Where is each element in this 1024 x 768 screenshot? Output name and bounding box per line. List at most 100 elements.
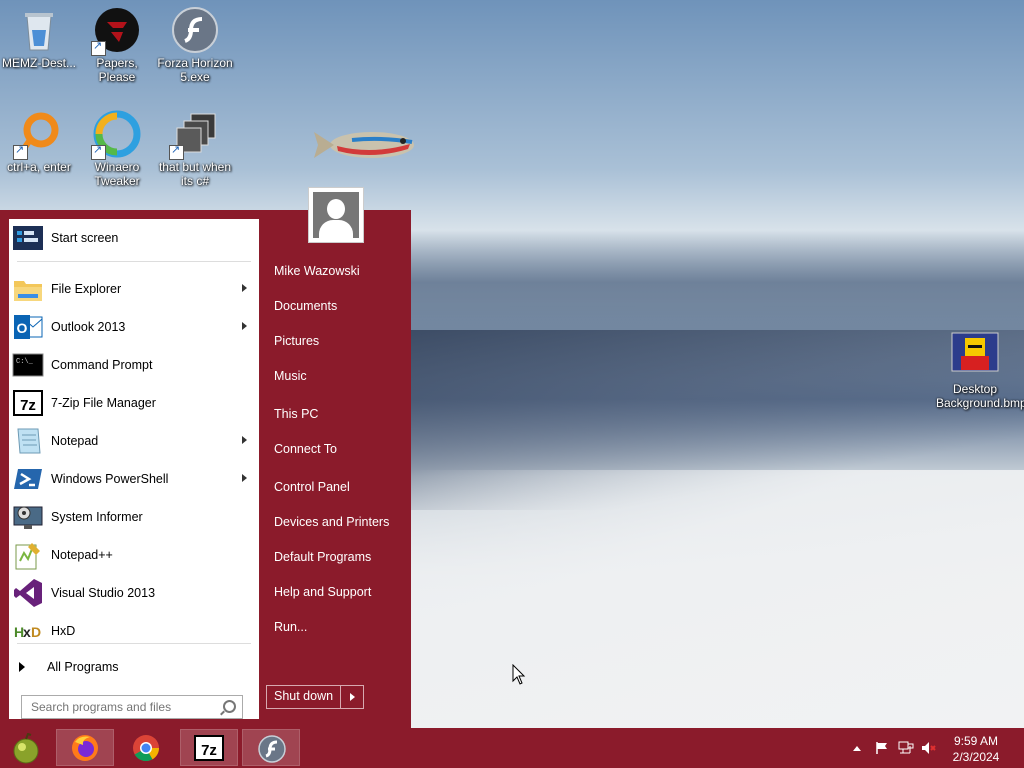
taskbar-chrome[interactable] bbox=[118, 729, 176, 766]
svg-text:7z: 7z bbox=[20, 397, 36, 414]
start-item-outlook[interactable]: O Outlook 2013 bbox=[9, 309, 259, 345]
desktop-icon-label: that but when its c# bbox=[158, 160, 232, 188]
desktop-icon-recycle-bin[interactable]: MEMZ-Dest... bbox=[0, 6, 78, 70]
divider bbox=[17, 643, 251, 644]
start-item-visual-studio[interactable]: Visual Studio 2013 bbox=[9, 575, 259, 611]
submenu-arrow-icon[interactable] bbox=[242, 322, 247, 330]
start-right-user-folder[interactable]: Mike Wazowski bbox=[274, 264, 360, 278]
desktop-icon-forza[interactable]: Forza Horizon 5.exe bbox=[156, 6, 234, 84]
start-item-notepad[interactable]: Notepad bbox=[9, 423, 259, 459]
start-item-command-prompt[interactable]: C:\_ Command Prompt bbox=[9, 347, 259, 383]
command-prompt-icon: C:\_ bbox=[12, 353, 44, 377]
outlook-icon: O bbox=[14, 315, 43, 339]
start-menu-program-list: Start screen File Explorer O Outlook 201… bbox=[9, 219, 259, 719]
folder-icon bbox=[14, 281, 42, 301]
desktop-icon-label: Papers, Please bbox=[96, 56, 138, 84]
desktop-icon-winaero[interactable]: Winaero Tweaker bbox=[78, 110, 156, 188]
search-icon[interactable] bbox=[223, 700, 236, 713]
start-item-system-informer[interactable]: System Informer bbox=[9, 499, 259, 535]
svg-text:O: O bbox=[17, 320, 28, 336]
taskbar-flash[interactable] bbox=[242, 729, 300, 766]
taskbar-firefox[interactable] bbox=[56, 729, 114, 766]
start-right-pictures[interactable]: Pictures bbox=[274, 334, 319, 348]
desktop-icon-papers-please[interactable]: Papers, Please bbox=[78, 6, 156, 84]
network-icon[interactable] bbox=[898, 741, 914, 755]
show-hidden-icons-icon[interactable] bbox=[852, 744, 862, 752]
start-item-label: 7-Zip File Manager bbox=[51, 396, 156, 410]
desktop-icon-label: MEMZ-Dest... bbox=[2, 56, 76, 70]
start-menu: Start screen File Explorer O Outlook 201… bbox=[0, 210, 411, 728]
submenu-arrow-icon[interactable] bbox=[242, 284, 247, 292]
svg-text:D: D bbox=[31, 624, 41, 640]
notepad-plus-plus-icon bbox=[15, 543, 40, 570]
start-right-default-programs[interactable]: Default Programs bbox=[274, 550, 371, 564]
volume-muted-icon[interactable] bbox=[921, 741, 937, 755]
start-item-label: System Informer bbox=[51, 510, 143, 524]
start-screen-icon bbox=[13, 226, 43, 250]
desktop-icon-desktop-background[interactable]: Desktop Background.bmp bbox=[936, 332, 1024, 410]
start-right-documents[interactable]: Documents bbox=[274, 299, 337, 313]
taskbar: 7z 9:59 AM 2/3/2024 bbox=[0, 728, 1024, 768]
notepad-icon bbox=[17, 428, 41, 454]
start-item-label: Notepad bbox=[51, 434, 99, 448]
start-item-start-screen[interactable]: Start screen bbox=[9, 220, 259, 256]
start-right-control-panel[interactable]: Control Panel bbox=[274, 480, 350, 494]
search-box[interactable] bbox=[21, 695, 243, 719]
desktop-icon-label: Forza Horizon 5.exe bbox=[157, 56, 233, 84]
taskbar-7zip[interactable]: 7z bbox=[180, 729, 238, 766]
start-item-label: HxD bbox=[51, 624, 76, 638]
shortcut-arrow-icon bbox=[13, 143, 28, 160]
shutdown-options-arrow-icon[interactable] bbox=[341, 686, 363, 708]
svg-text:x: x bbox=[23, 624, 31, 640]
start-right-devices-printers[interactable]: Devices and Printers bbox=[274, 515, 389, 529]
start-item-label: Outlook 2013 bbox=[51, 320, 126, 334]
visual-studio-icon bbox=[14, 579, 42, 607]
chrome-icon bbox=[133, 735, 160, 762]
shutdown-button[interactable]: Shut down bbox=[267, 686, 342, 708]
shutdown-control: Shut down bbox=[266, 685, 365, 709]
start-right-run[interactable]: Run... bbox=[274, 620, 307, 634]
clock-date: 2/3/2024 bbox=[952, 750, 1000, 764]
submenu-arrow-icon[interactable] bbox=[242, 474, 247, 482]
mouse-cursor-icon bbox=[512, 664, 526, 685]
start-item-label: File Explorer bbox=[51, 282, 122, 296]
start-right-music[interactable]: Music bbox=[274, 369, 307, 383]
seven-zip-icon: 7z bbox=[13, 390, 43, 416]
desktop-icon-that-but-c-sharp[interactable]: that but when its c# bbox=[156, 110, 234, 188]
start-item-file-explorer[interactable]: File Explorer bbox=[9, 271, 259, 307]
start-item-notepad-plus-plus[interactable]: Notepad++ bbox=[9, 537, 259, 573]
search-input[interactable] bbox=[29, 699, 223, 715]
desktop-icon-ctrl-a-enter[interactable]: ctrl+a, enter bbox=[0, 110, 78, 174]
shortcut-arrow-icon bbox=[91, 143, 106, 160]
start-orb-icon bbox=[13, 733, 39, 764]
svg-text:7z: 7z bbox=[201, 742, 217, 759]
start-button[interactable] bbox=[2, 729, 48, 766]
action-center-flag-icon[interactable] bbox=[875, 741, 889, 755]
shortcut-arrow-icon bbox=[91, 39, 106, 56]
desktop-icon-label: Winaero Tweaker bbox=[94, 160, 140, 188]
submenu-arrow-icon[interactable] bbox=[242, 436, 247, 444]
fish-desktop-pet bbox=[314, 132, 414, 158]
all-programs-label: All Programs bbox=[47, 660, 119, 674]
taskbar-clock[interactable]: 9:59 AM 2/3/2024 bbox=[946, 733, 1006, 765]
start-right-help-support[interactable]: Help and Support bbox=[274, 585, 371, 599]
start-item-powershell[interactable]: Windows PowerShell bbox=[9, 461, 259, 497]
system-informer-icon bbox=[13, 506, 43, 529]
start-item-7zip[interactable]: 7z 7-Zip File Manager bbox=[9, 385, 259, 421]
firefox-icon bbox=[72, 735, 98, 761]
expand-arrow-icon bbox=[19, 662, 25, 672]
user-avatar[interactable] bbox=[308, 187, 364, 243]
flash-icon bbox=[172, 7, 218, 53]
start-right-this-pc[interactable]: This PC bbox=[274, 407, 318, 421]
clock-time: 9:59 AM bbox=[953, 734, 999, 748]
all-programs-button[interactable]: All Programs bbox=[9, 649, 259, 685]
start-item-label: Command Prompt bbox=[51, 358, 153, 372]
svg-text:C:\_: C:\_ bbox=[16, 358, 34, 366]
start-right-connect-to[interactable]: Connect To bbox=[274, 442, 337, 456]
desktop-icon-label: Desktop Background.bmp bbox=[936, 382, 1024, 410]
recycle-bin-icon bbox=[25, 13, 53, 51]
powershell-icon bbox=[14, 469, 42, 489]
flash-icon bbox=[258, 735, 286, 763]
start-item-label: Start screen bbox=[51, 231, 119, 245]
wallpaper-snowfield bbox=[410, 470, 1024, 728]
